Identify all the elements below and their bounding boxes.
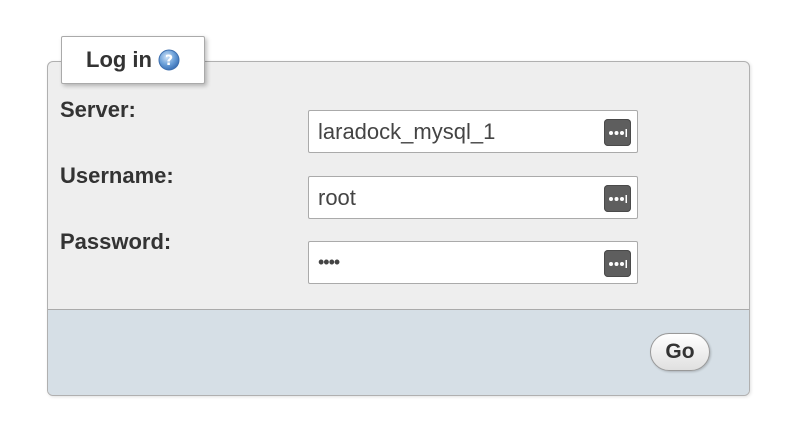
more-dots-icon[interactable] — [604, 119, 631, 146]
login-legend: Log in ? — [61, 36, 205, 84]
username-label: Username: — [60, 163, 174, 188]
login-page: Log in ? Server: laradock_mysql_1 Userna… — [0, 0, 800, 442]
server-value: laradock_mysql_1 — [318, 119, 496, 144]
more-dots-icon[interactable] — [604, 185, 631, 212]
more-dots-icon[interactable] — [604, 250, 631, 277]
username-input[interactable]: root — [308, 176, 638, 219]
server-input[interactable]: laradock_mysql_1 — [308, 110, 638, 153]
password-value: •••• — [318, 252, 340, 272]
help-icon[interactable]: ? — [158, 49, 180, 71]
server-label: Server: — [60, 97, 136, 122]
form-footer — [48, 309, 749, 395]
legend-title: Log in — [86, 47, 152, 72]
go-button[interactable]: Go — [650, 333, 710, 371]
password-input[interactable]: •••• — [308, 241, 638, 284]
password-label: Password: — [60, 229, 172, 254]
svg-text:?: ? — [165, 53, 173, 69]
username-value: root — [318, 185, 356, 210]
